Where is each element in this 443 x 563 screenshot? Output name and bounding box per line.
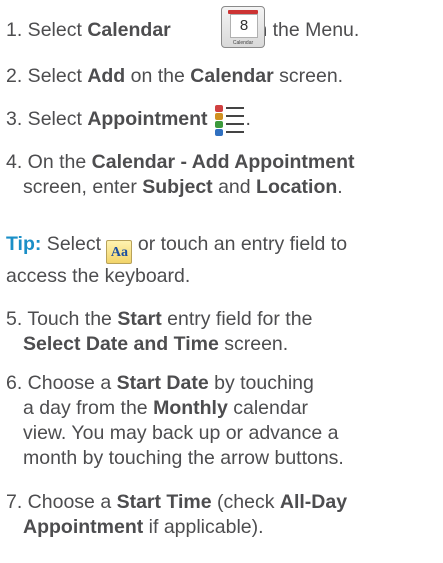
appointment-list-icon	[214, 103, 244, 136]
step-5: 5. Touch the Start entry field for the S…	[6, 308, 313, 355]
tip: Tip: Select Aa or touch an entry field t…	[6, 233, 348, 287]
step-6: 6. Choose a Start Date by touching a day…	[6, 372, 344, 469]
step-2: 2. Select Add on the Calendar screen.	[6, 65, 344, 87]
calendar-icon: 8 Calendar	[221, 6, 265, 48]
step-4: 4. On the Calendar - Add Appointment scr…	[6, 151, 355, 198]
keyboard-aa-icon: Aa	[106, 240, 133, 264]
step-3: 3. Select Appointment.	[6, 105, 441, 136]
step-7: 7. Choose a Start Time (check All-Day Ap…	[6, 491, 348, 538]
menu-item-calendar: Calendar	[87, 19, 171, 41]
step-number: 1.	[6, 19, 23, 41]
tip-label: Tip:	[6, 233, 42, 255]
step-1: 1. Select Calendar from the Menu. 8 Cale…	[6, 6, 441, 48]
